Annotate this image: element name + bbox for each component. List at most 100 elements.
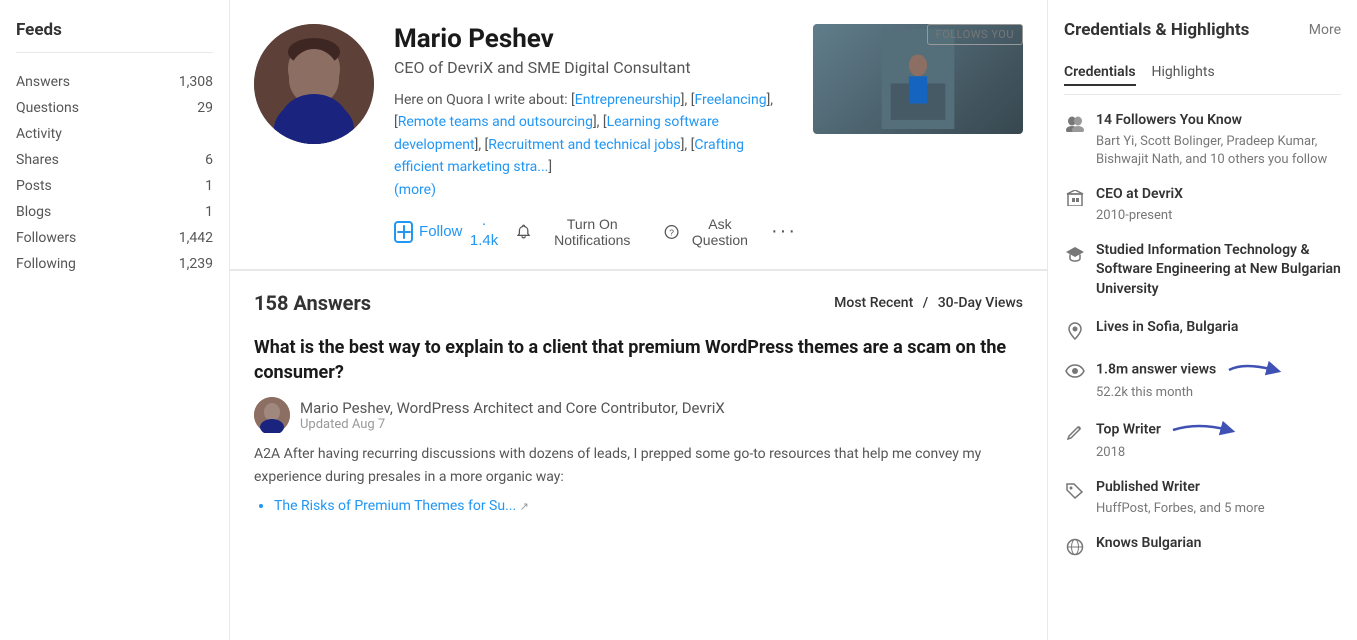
cred-writer-year: 2018 bbox=[1096, 444, 1238, 462]
cred-edu-title: Studied Information Technology & Softwar… bbox=[1096, 241, 1341, 300]
sidebar-label-posts: Posts bbox=[16, 178, 52, 194]
people-icon bbox=[1064, 113, 1086, 135]
sidebar-label-activity: Activity bbox=[16, 126, 62, 142]
sidebar-item-posts[interactable]: Posts 1 bbox=[16, 173, 213, 199]
eye-icon bbox=[1064, 360, 1086, 382]
sidebar-count-questions: 29 bbox=[197, 100, 213, 116]
cred-ceo-content: CEO at DevriX 2010-present bbox=[1096, 185, 1183, 225]
bell-icon bbox=[516, 223, 531, 241]
tab-credentials[interactable]: Credentials bbox=[1064, 64, 1136, 86]
sidebar-label-followers: Followers bbox=[16, 230, 76, 246]
cred-published-subtitle: HuffPost, Forbes, and 5 more bbox=[1096, 500, 1265, 518]
cred-ceo-title: CEO at DevriX bbox=[1096, 185, 1183, 205]
sidebar-item-following[interactable]: Following 1,239 bbox=[16, 251, 213, 277]
bio-link-recruitment[interactable]: Recruitment and technical jobs bbox=[488, 137, 680, 153]
svg-text:?: ? bbox=[669, 227, 674, 237]
sort-secondary[interactable]: 30-Day Views bbox=[938, 295, 1023, 311]
ask-question-button[interactable]: ? Ask Question bbox=[664, 216, 755, 248]
post-title[interactable]: What is the best way to explain to a cli… bbox=[254, 335, 1023, 385]
location-icon bbox=[1064, 320, 1086, 342]
more-button[interactable]: ··· bbox=[771, 220, 797, 243]
question-icon: ? bbox=[664, 223, 679, 241]
cred-views-subtitle: 52.2k this month bbox=[1096, 384, 1284, 402]
ask-label: Ask Question bbox=[685, 216, 755, 248]
avatar bbox=[254, 24, 374, 144]
more-dots: ··· bbox=[771, 220, 797, 242]
left-sidebar: Feeds Answers 1,308 Questions 29 Activit… bbox=[0, 0, 230, 640]
cred-language: Knows Bulgarian bbox=[1064, 534, 1341, 558]
cred-location-content: Lives in Sofia, Bulgaria bbox=[1096, 318, 1238, 340]
cred-edu-content: Studied Information Technology & Softwar… bbox=[1096, 241, 1341, 302]
sidebar-count-blogs: 1 bbox=[205, 204, 213, 220]
cred-published-title: Published Writer bbox=[1096, 478, 1265, 498]
profile-name: Mario Peshev bbox=[394, 24, 797, 54]
sidebar-count-shares: 6 bbox=[205, 152, 213, 168]
credentials-more-link[interactable]: More bbox=[1309, 22, 1341, 38]
sidebar-item-blogs[interactable]: Blogs 1 bbox=[16, 199, 213, 225]
cred-views-content: 1.8m answer views 52.2k this month bbox=[1096, 358, 1284, 402]
avatar-image bbox=[254, 24, 374, 144]
cred-views-title: 1.8m answer views bbox=[1096, 358, 1284, 382]
cred-top-writer: Top Writer 2018 bbox=[1064, 418, 1341, 462]
post-excerpt: A2A After having recurring discussions w… bbox=[254, 443, 1023, 488]
tag-icon bbox=[1064, 480, 1086, 502]
right-sidebar: Credentials & Highlights More Credential… bbox=[1047, 0, 1357, 640]
sidebar-label-shares: Shares bbox=[16, 152, 59, 168]
post-author-avatar bbox=[254, 397, 290, 433]
profile-subtitle: CEO of DevriX and SME Digital Consultant bbox=[394, 58, 797, 77]
credentials-tabs: Credentials Highlights bbox=[1064, 64, 1341, 95]
cred-location-title: Lives in Sofia, Bulgaria bbox=[1096, 318, 1238, 338]
main-content: Mario Peshev CEO of DevriX and SME Digit… bbox=[230, 0, 1047, 640]
post-author-name[interactable]: Mario Peshev, WordPress Architect and Co… bbox=[300, 399, 725, 417]
sidebar-count-followers: 1,442 bbox=[179, 230, 213, 246]
bio-link-remote[interactable]: Remote teams and outsourcing bbox=[398, 114, 593, 130]
cred-followers-subtitle: Bart Yi, Scott Bolinger, Pradeep Kumar, … bbox=[1096, 133, 1341, 169]
sidebar-nav: Answers 1,308 Questions 29 Activity Shar… bbox=[16, 69, 213, 277]
sidebar-item-activity[interactable]: Activity bbox=[16, 121, 213, 147]
notification-label: Turn On Notifications bbox=[537, 216, 648, 248]
sidebar-label-answers: Answers bbox=[16, 74, 70, 90]
cred-published-content: Published Writer HuffPost, Forbes, and 5… bbox=[1096, 478, 1265, 518]
profile-info: Mario Peshev CEO of DevriX and SME Digit… bbox=[394, 24, 797, 249]
profile-bio: Here on Quora I write about: [Entreprene… bbox=[394, 89, 797, 201]
cred-language-title: Knows Bulgarian bbox=[1096, 534, 1201, 554]
external-link-icon: ↗ bbox=[520, 500, 529, 513]
bio-link-entrepreneurship[interactable]: Entrepreneurship bbox=[575, 92, 681, 108]
avatar-svg bbox=[254, 24, 374, 144]
arrow-annotation-views bbox=[1224, 358, 1284, 382]
sidebar-label-following: Following bbox=[16, 256, 76, 272]
sidebar-count-answers: 1,308 bbox=[179, 74, 213, 90]
bio-link-freelancing[interactable]: Freelancing bbox=[694, 92, 766, 108]
post-link-item[interactable]: The Risks of Premium Themes for Su... ↗ bbox=[274, 498, 1023, 514]
feeds-title: Feeds bbox=[16, 20, 213, 53]
sidebar-item-questions[interactable]: Questions 29 bbox=[16, 95, 213, 121]
post-link[interactable]: The Risks of Premium Themes for Su... bbox=[274, 498, 516, 514]
notification-button[interactable]: Turn On Notifications bbox=[516, 216, 648, 248]
globe-icon bbox=[1064, 536, 1086, 558]
sidebar-item-shares[interactable]: Shares 6 bbox=[16, 147, 213, 173]
sort-divider: / bbox=[923, 295, 932, 311]
post-author-details: Mario Peshev, WordPress Architect and Co… bbox=[300, 399, 725, 432]
follow-count: · 1.4k bbox=[468, 215, 499, 249]
sidebar-label-blogs: Blogs bbox=[16, 204, 51, 220]
tab-highlights[interactable]: Highlights bbox=[1152, 64, 1215, 86]
follow-button[interactable]: Follow · 1.4k bbox=[394, 215, 500, 249]
sidebar-item-answers[interactable]: Answers 1,308 bbox=[16, 69, 213, 95]
cred-education: Studied Information Technology & Softwar… bbox=[1064, 241, 1341, 302]
cred-location: Lives in Sofia, Bulgaria bbox=[1064, 318, 1341, 342]
follow-label: Follow bbox=[419, 223, 462, 240]
follows-you-badge: FOLLOWS YOU bbox=[927, 24, 1023, 45]
bio-more-link[interactable]: (more) bbox=[394, 182, 436, 198]
cred-ceo: CEO at DevriX 2010-present bbox=[1064, 185, 1341, 225]
cred-published-writer: Published Writer HuffPost, Forbes, and 5… bbox=[1064, 478, 1341, 518]
answers-count: 158 Answers bbox=[254, 291, 371, 315]
cred-answer-views: 1.8m answer views 52.2k this month bbox=[1064, 358, 1341, 402]
credentials-title: Credentials & Highlights bbox=[1064, 20, 1249, 40]
sidebar-item-followers[interactable]: Followers 1,442 bbox=[16, 225, 213, 251]
action-bar: Follow · 1.4k Turn On Notifications bbox=[394, 215, 797, 249]
credentials-header: Credentials & Highlights More bbox=[1064, 20, 1341, 48]
post-links-list: The Risks of Premium Themes for Su... ↗ bbox=[274, 498, 1023, 514]
cred-writer-content: Top Writer 2018 bbox=[1096, 418, 1238, 462]
cred-language-content: Knows Bulgarian bbox=[1096, 534, 1201, 556]
sort-primary[interactable]: Most Recent bbox=[834, 295, 913, 311]
